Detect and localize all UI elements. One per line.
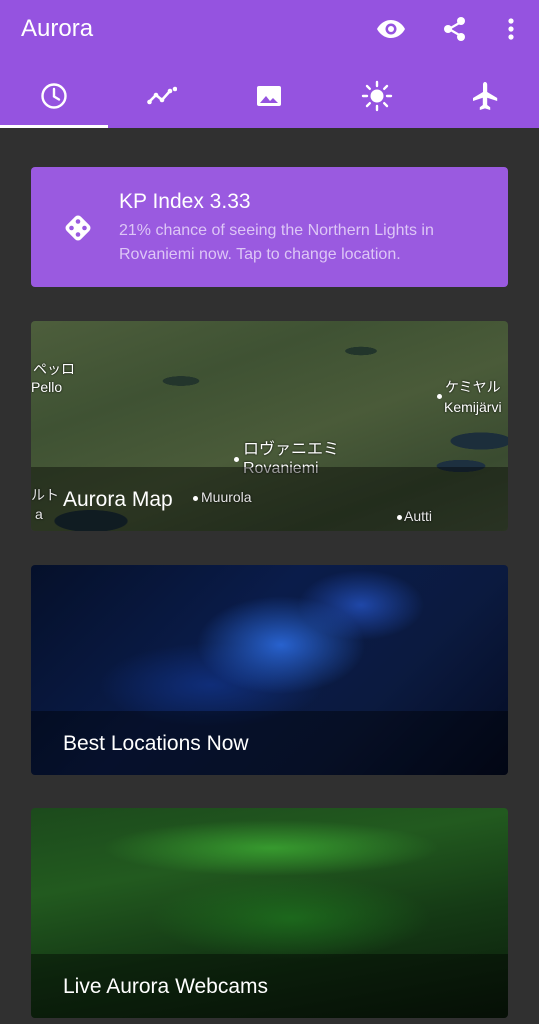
trend-icon <box>146 86 177 111</box>
tab-gallery[interactable] <box>216 68 324 128</box>
app-title: Aurora <box>21 15 94 42</box>
aurora-map-label: Aurora Map <box>63 488 173 511</box>
kp-index-description: 21% chance of seeing the Northern Lights… <box>119 222 434 263</box>
map-place-pello: Pello <box>31 379 63 395</box>
map-place-kemijarvi: Kemijärvi <box>444 399 502 415</box>
map-place-kemijarvi-jp: ケミヤル <box>445 379 501 395</box>
map-marker <box>234 457 239 462</box>
live-webcams-label: Live Aurora Webcams <box>63 975 269 998</box>
tab-solar[interactable] <box>323 68 431 128</box>
map-place-aavasaksa: a <box>35 506 43 522</box>
map-place-muurola: Muurola <box>201 489 252 505</box>
clock-icon <box>40 82 68 115</box>
map-place-pello-jp: ペッロ <box>33 361 75 377</box>
more-vert-icon[interactable] <box>494 12 528 46</box>
kp-index-title: KP Index 3.33 <box>119 190 251 213</box>
airplane-icon <box>471 81 499 116</box>
tab-travel[interactable] <box>431 68 539 128</box>
aurora-map-card[interactable]: ペッロ Pello ケミヤル Kemijärvi ロヴァニエミ Rovaniem… <box>31 321 508 531</box>
map-marker <box>437 394 442 399</box>
map-place-autti: Autti <box>404 508 433 524</box>
best-locations-label: Best Locations Now <box>63 732 249 755</box>
sun-icon <box>361 80 393 117</box>
tab-forecast[interactable] <box>108 68 216 128</box>
tab-now[interactable] <box>0 68 108 128</box>
map-marker <box>193 496 198 501</box>
map-marker <box>397 515 402 520</box>
map-place-aavasaksa-jp: ルト <box>31 487 59 503</box>
live-webcams-card[interactable]: Live Aurora Webcams <box>31 808 508 1018</box>
share-icon[interactable] <box>438 12 472 46</box>
map-place-rovaniemi-jp: ロヴァニエミ <box>243 441 340 458</box>
kp-index-card[interactable]: KP Index 3.33 21% chance of seeing the N… <box>31 167 508 287</box>
image-icon <box>255 84 283 113</box>
app-bar: Aurora <box>0 0 539 128</box>
eye-icon[interactable] <box>374 12 408 46</box>
best-locations-card[interactable]: Best Locations Now <box>31 565 508 775</box>
dice-icon <box>62 212 94 244</box>
tab-bar <box>0 68 539 128</box>
